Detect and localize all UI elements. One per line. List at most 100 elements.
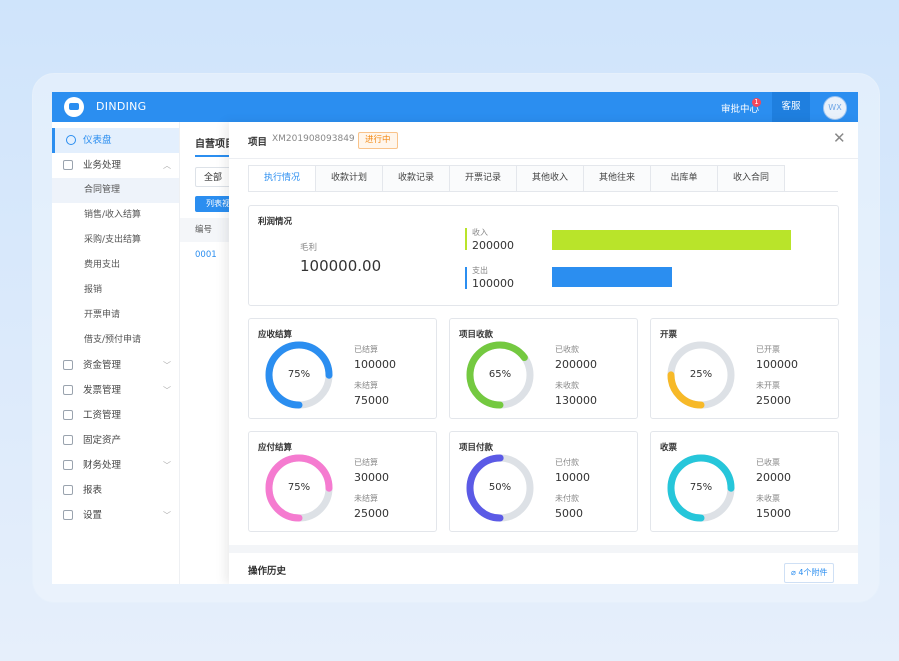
card-title: 项目收款 xyxy=(459,330,494,340)
sidebar-item[interactable]: 仪表盘 xyxy=(52,128,179,153)
stat-value-pending: 25000 xyxy=(756,394,791,407)
stat-value-done: 10000 xyxy=(555,471,590,484)
sidebar-item[interactable]: 设置 ﹀ xyxy=(52,503,179,528)
stat-value-pending: 5000 xyxy=(555,507,583,520)
chevron-down-icon: ﹀ xyxy=(163,361,171,370)
profit-title: 利润情况 xyxy=(258,217,293,227)
card-title: 开票 xyxy=(660,330,678,340)
avatar[interactable]: WX xyxy=(823,96,847,120)
tab[interactable]: 其他往来 xyxy=(584,165,651,192)
sidebar-item-label: 报表 xyxy=(83,485,103,496)
wallet-icon xyxy=(63,360,73,370)
ring-stat-card: 项目付款 50% 已付款 10000 未付款 5000 xyxy=(449,431,638,532)
sidebar-item-label: 费用支出 xyxy=(84,260,121,270)
sidebar-item-label: 开票申请 xyxy=(84,310,121,320)
sidebar-item-label: 销售/收入结算 xyxy=(84,210,142,220)
document-icon xyxy=(63,160,73,170)
sidebar-item-label: 财务处理 xyxy=(83,460,122,471)
sidebar-item-label: 固定资产 xyxy=(83,435,122,446)
customer-service-button[interactable]: 客服 xyxy=(772,92,810,122)
tab[interactable]: 开票记录 xyxy=(450,165,517,192)
sidebar-item[interactable]: 工资管理 xyxy=(52,403,179,428)
sidebar-item-label: 业务处理 xyxy=(83,160,122,171)
tab[interactable]: 收款计划 xyxy=(316,165,383,192)
stat-label-pending: 未结算 xyxy=(354,381,378,390)
stat-label-pending: 未收款 xyxy=(555,381,579,390)
sidebar-item[interactable]: 采购/支出结算 xyxy=(52,228,179,253)
stat-label-pending: 未结算 xyxy=(354,494,378,503)
tab[interactable]: 出库单 xyxy=(651,165,718,192)
sidebar-item-label: 合同管理 xyxy=(84,185,121,195)
stat-value-done: 200000 xyxy=(555,358,597,371)
close-icon[interactable]: ✕ xyxy=(833,128,846,148)
stat-value-pending: 75000 xyxy=(354,394,389,407)
tabs-divider xyxy=(248,191,838,192)
stat-value-pending: 130000 xyxy=(555,394,597,407)
sidebar-item-label: 设置 xyxy=(83,510,103,521)
gross-profit-label: 毛利 xyxy=(300,243,318,253)
card-title: 应付结算 xyxy=(258,443,293,453)
sidebar-item[interactable]: 销售/收入结算 xyxy=(52,203,179,228)
sidebar-item-label: 发票管理 xyxy=(83,385,122,396)
sidebar-item-label: 报销 xyxy=(84,285,103,295)
attachments-button[interactable]: ⌀ 4个附件 xyxy=(784,563,835,583)
stat-label-done: 已结算 xyxy=(354,345,378,354)
sidebar-item[interactable]: 费用支出 xyxy=(52,253,179,278)
sidebar-item[interactable]: 合同管理 xyxy=(52,178,179,203)
chevron-down-icon: ﹀ xyxy=(163,461,171,470)
stat-label-done: 已收票 xyxy=(756,458,780,467)
sidebar-item[interactable]: 财务处理 ﹀ xyxy=(52,453,179,478)
expense-label: 支出 xyxy=(472,266,488,275)
stat-label-done: 已开票 xyxy=(756,345,780,354)
drawer-label: 项目 xyxy=(248,137,268,148)
footer-separator xyxy=(229,545,858,553)
stat-value-pending: 15000 xyxy=(756,507,791,520)
stat-label-pending: 未收票 xyxy=(756,494,780,503)
stat-value-done: 100000 xyxy=(354,358,396,371)
ring-percent: 75% xyxy=(287,369,311,380)
card-title: 收票 xyxy=(660,443,678,453)
ring-stat-card: 收票 75% 已收票 20000 未收票 15000 xyxy=(650,431,839,532)
report-icon xyxy=(63,485,73,495)
tab[interactable]: 收款记录 xyxy=(383,165,450,192)
sidebar-item[interactable]: 固定资产 xyxy=(52,428,179,453)
stat-value-done: 20000 xyxy=(756,471,791,484)
table-cell-id-link[interactable]: 0001 xyxy=(195,250,217,260)
sidebar-item-label: 借支/预付申请 xyxy=(84,335,142,345)
app-window: DINDING 审批中心 1 客服 WX 仪表盘业务处理 ︿ 合同管理销售/收入结算… xyxy=(52,92,858,584)
salary-icon xyxy=(63,410,73,420)
income-value: 200000 xyxy=(472,239,514,252)
tab[interactable]: 收入合同 xyxy=(718,165,785,192)
sidebar-item[interactable]: 报表 xyxy=(52,478,179,503)
stat-value-done: 100000 xyxy=(756,358,798,371)
ring-percent: 25% xyxy=(689,369,713,380)
sidebar-item[interactable]: 报销 xyxy=(52,278,179,303)
sidebar: 仪表盘业务处理 ︿ 合同管理销售/收入结算采购/支出结算费用支出报销开票申请借支/预… xyxy=(52,122,179,584)
operation-history-title: 操作历史 xyxy=(248,566,287,577)
sidebar-item[interactable]: 业务处理 ︿ xyxy=(52,153,179,178)
sidebar-item[interactable]: 发票管理 ﹀ xyxy=(52,378,179,403)
paperclip-icon: ⌀ xyxy=(791,568,796,577)
gross-profit-value: 100000.00 xyxy=(300,257,382,275)
sidebar-item-label: 资金管理 xyxy=(83,360,122,371)
tab[interactable]: 其他收入 xyxy=(517,165,584,192)
top-bar: DINDING 审批中心 1 客服 WX xyxy=(52,92,858,122)
stat-label-done: 已结算 xyxy=(354,458,378,467)
sidebar-item[interactable]: 开票申请 xyxy=(52,303,179,328)
sidebar-item-label: 工资管理 xyxy=(83,410,122,421)
income-marker xyxy=(465,228,467,250)
invoice-icon xyxy=(63,385,73,395)
app-logo xyxy=(64,97,84,117)
stat-label-done: 已付款 xyxy=(555,458,579,467)
sidebar-item-label: 仪表盘 xyxy=(83,135,112,146)
sidebar-item[interactable]: 借支/预付申请 xyxy=(52,328,179,353)
detail-tabs: 执行情况 收款计划 收款记录 开票记录 其他收入 其他往来 出库单 收入合同 xyxy=(248,165,785,192)
card-title: 项目付款 xyxy=(459,443,494,453)
finance-icon xyxy=(63,460,73,470)
tab[interactable]: 执行情况 xyxy=(248,165,316,192)
approval-badge: 1 xyxy=(752,98,761,107)
sidebar-item[interactable]: 资金管理 ﹀ xyxy=(52,353,179,378)
expense-marker xyxy=(465,267,467,289)
dashboard-icon xyxy=(66,135,76,145)
ring-percent: 75% xyxy=(689,482,713,493)
